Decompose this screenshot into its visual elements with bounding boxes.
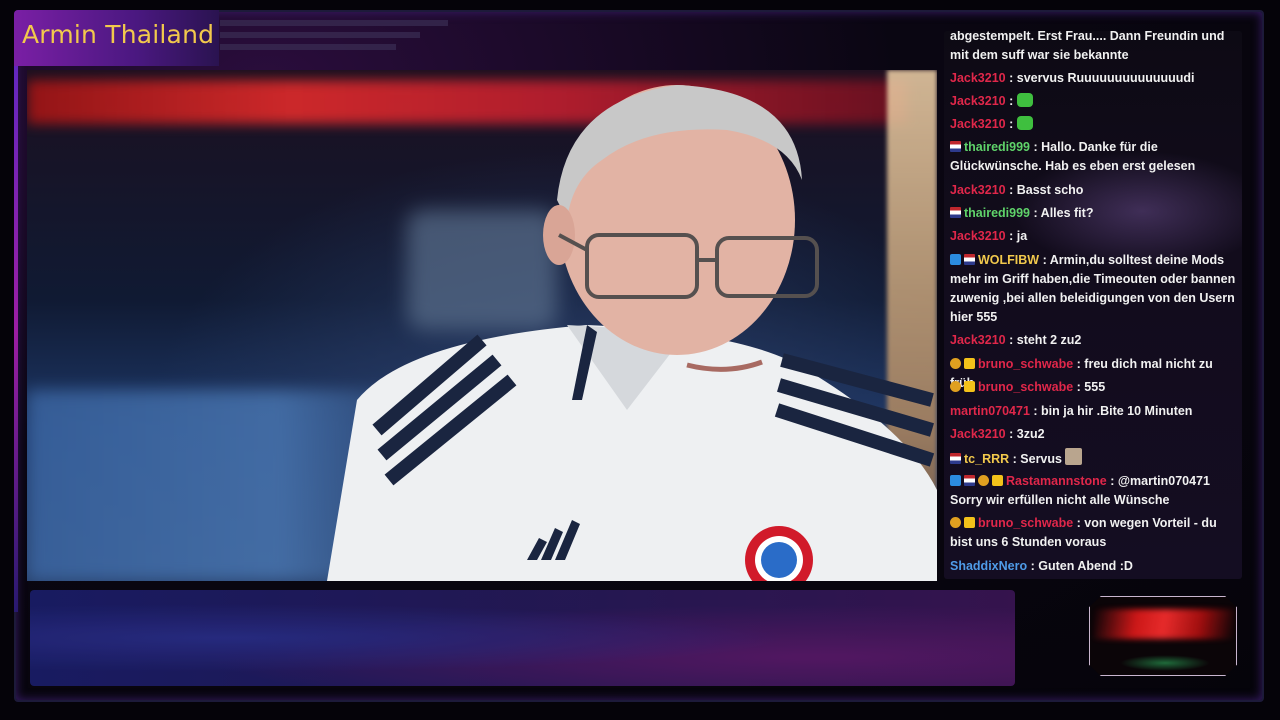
chat-username[interactable]: bruno_schwabe — [978, 516, 1073, 530]
sub-badge-icon — [950, 358, 961, 369]
chat-text: : Basst scho — [1009, 183, 1084, 197]
flag-badge-icon — [950, 453, 961, 464]
chat-message: Jack3210 : — [950, 115, 1238, 134]
sub-badge-icon — [950, 381, 961, 392]
chat-message: Jack3210 : steht 2 zu2 — [950, 331, 1238, 350]
chat-text: : Servus — [1012, 452, 1062, 466]
chat-username[interactable]: bruno_schwabe — [978, 380, 1073, 394]
chat-message: thairedi999 : Hallo. Danke für die Glück… — [950, 138, 1238, 176]
green-emote-icon — [1016, 116, 1033, 130]
green-glow — [1120, 655, 1210, 671]
lower-overlay-bar — [30, 590, 1015, 686]
flag-badge-icon — [964, 254, 975, 265]
crown-badge-icon — [964, 517, 975, 528]
chat-message: Jack3210 : 3zu2 — [950, 425, 1238, 444]
chat-message: Jack3210 : — [950, 92, 1238, 111]
chat-message: tc_RRR : Servus — [950, 448, 1238, 469]
chat-message: thairedi999 : Alles fit? — [950, 204, 1238, 223]
green-emote-icon — [1016, 93, 1033, 107]
chat-message: Jack3210 : svervus Ruuuuuuuuuuuuuudi — [950, 69, 1238, 88]
chat-text: : steht 2 zu2 — [1009, 333, 1082, 347]
chat-username[interactable]: thairedi999 — [964, 206, 1030, 220]
chat-text: : ja — [1009, 229, 1028, 243]
chat-username[interactable]: Jack3210 — [950, 71, 1006, 85]
flag-badge-icon — [950, 141, 961, 152]
streamer-figure — [327, 85, 937, 581]
webcam-video[interactable] — [27, 70, 937, 581]
chat-text: : Guten Abend :D — [1030, 559, 1133, 573]
sub-badge-icon — [978, 475, 989, 486]
chat-username[interactable]: tc_RRR — [964, 452, 1009, 466]
crown-badge-icon — [964, 358, 975, 369]
chat-text: : 3zu2 — [1009, 427, 1045, 441]
chat-text: : — [1009, 117, 1014, 131]
chat-username[interactable]: Rastamannstone — [1006, 474, 1107, 488]
chat-text: : bin ja hir .Bite 10 Minuten — [1033, 404, 1193, 418]
chat-text: : Alles fit? — [1033, 206, 1094, 220]
chat-message: bruno_schwabe : von wegen Vorteil - du b… — [950, 514, 1238, 552]
secondary-camera-widget — [1089, 596, 1237, 676]
chat-message: abgestempelt. Erst Frau.... Dann Freundi… — [950, 31, 1238, 65]
chat-message: Jack3210 : Basst scho — [950, 181, 1238, 200]
chat-text: : svervus Ruuuuuuuuuuuuuudi — [1009, 71, 1195, 85]
face-emote-icon — [1065, 448, 1083, 465]
mod-badge-icon — [950, 254, 961, 265]
flag-badge-icon — [964, 475, 975, 486]
chat-username[interactable]: ShaddixNero — [950, 559, 1027, 573]
chat-text: : 555 — [1076, 380, 1106, 394]
chat-panel[interactable]: abgestempelt. Erst Frau.... Dann Freundi… — [944, 31, 1242, 579]
chat-username[interactable]: Jack3210 — [950, 333, 1006, 347]
flag-badge-icon — [950, 207, 961, 218]
chat-message: Jack3210 : ja — [950, 227, 1238, 246]
chat-text: : — [1009, 94, 1014, 108]
chat-username[interactable]: Jack3210 — [950, 117, 1006, 131]
chat-username[interactable]: Jack3210 — [950, 94, 1006, 108]
chat-message: Rastamannstone : @martin070471 Sorry wir… — [950, 472, 1238, 510]
chat-message: martin070471 : bin ja hir .Bite 10 Minut… — [950, 402, 1238, 421]
stream-title: Armin Thailand — [22, 20, 215, 49]
sub-badge-icon — [950, 517, 961, 528]
crown-badge-icon — [992, 475, 1003, 486]
mod-badge-icon — [950, 475, 961, 486]
chat-username[interactable]: Jack3210 — [950, 183, 1006, 197]
chat-username[interactable]: thairedi999 — [964, 140, 1030, 154]
chat-username[interactable]: WOLFIBW — [978, 253, 1039, 267]
chat-message: ShaddixNero : Guten Abend :D — [950, 557, 1238, 576]
chat-text: abgestempelt. Erst Frau.... Dann Freundi… — [950, 31, 1225, 62]
chat-username[interactable]: Jack3210 — [950, 229, 1006, 243]
chat-message: WOLFIBW : Armin,du solltest deine Mods m… — [950, 251, 1238, 327]
chat-username[interactable]: martin070471 — [950, 404, 1030, 418]
chat-username[interactable]: Jack3210 — [950, 427, 1006, 441]
chat-message: bruno_schwabe : 555 — [950, 378, 1238, 397]
laser-light — [1094, 609, 1234, 639]
crown-badge-icon — [964, 381, 975, 392]
chat-username[interactable]: bruno_schwabe — [978, 357, 1073, 371]
title-decoration — [220, 20, 448, 56]
